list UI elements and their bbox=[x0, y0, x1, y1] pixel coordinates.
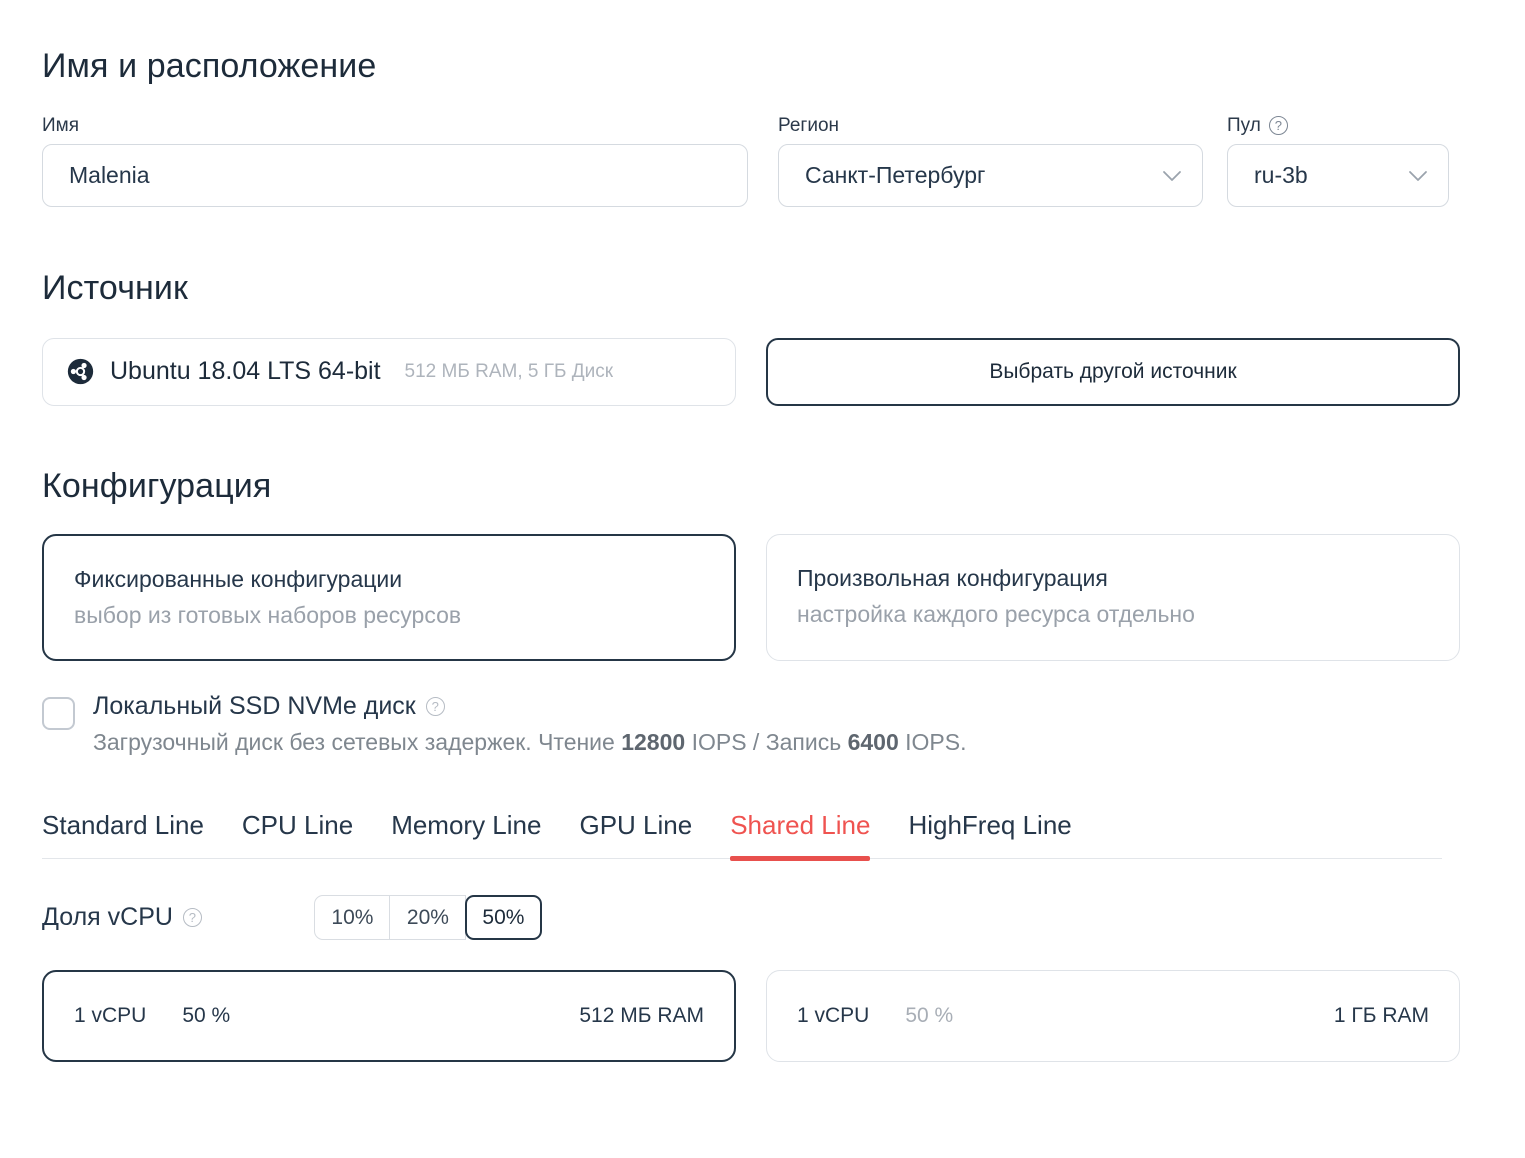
nvme-desc-part1: Загрузочный диск без сетевых задержек. Ч… bbox=[93, 728, 622, 755]
region-select-value: Санкт-Петербург bbox=[805, 162, 986, 189]
flavor-line-tabs: Standard Line CPU Line Memory Line GPU L… bbox=[42, 810, 1442, 861]
config-option-fixed[interactable]: Фиксированные конфигурации выбор из гото… bbox=[42, 534, 736, 662]
tab-highfreq-line[interactable]: HighFreq Line bbox=[908, 810, 1071, 858]
vcpu-share-option-50[interactable]: 50% bbox=[464, 895, 542, 941]
flavor-share: 50 % bbox=[905, 1004, 954, 1028]
flavor-ram: 512 МБ RAM bbox=[579, 1004, 704, 1028]
name-input[interactable]: Malenia bbox=[42, 144, 748, 208]
name-input-value: Malenia bbox=[69, 162, 150, 189]
flavor-cpu: 1 vCPU bbox=[797, 1004, 870, 1028]
flavor-card-512mb[interactable]: 1 vCPU 50 % 512 МБ RAM bbox=[42, 970, 736, 1063]
name-field-group: Имя Malenia bbox=[42, 115, 748, 208]
tab-cpu-line[interactable]: CPU Line bbox=[242, 810, 353, 858]
flavor-ram: 1 ГБ RAM bbox=[1333, 1004, 1429, 1028]
choose-other-source-button[interactable]: Выбрать другой источник bbox=[766, 337, 1460, 406]
source-os-name: Ubuntu 18.04 LTS 64-bit bbox=[110, 357, 381, 386]
flavor-card-1gb[interactable]: 1 vCPU 50 % 1 ГБ RAM bbox=[766, 970, 1460, 1063]
tab-shared-line[interactable]: Shared Line bbox=[730, 810, 871, 861]
source-os-specs: 512 МБ RAM, 5 ГБ Диск bbox=[404, 360, 614, 382]
chevron-down-icon bbox=[1162, 170, 1182, 182]
section-title-source: Источник bbox=[42, 269, 188, 308]
region-select[interactable]: Санкт-Петербург bbox=[778, 144, 1203, 208]
nvme-text-group: Локальный SSD NVMe диск ? Загрузочный ди… bbox=[93, 693, 967, 756]
nvme-label-text: Локальный SSD NVMe диск bbox=[93, 692, 416, 721]
selected-source-box[interactable]: Ubuntu 18.04 LTS 64-bit 512 МБ RAM, 5 ГБ… bbox=[42, 337, 736, 406]
source-row: Ubuntu 18.04 LTS 64-bit 512 МБ RAM, 5 ГБ… bbox=[42, 337, 1483, 406]
vcpu-share-row: Доля vCPU ? 10% 20% 50% bbox=[42, 895, 1483, 941]
question-circle-icon[interactable]: ? bbox=[1268, 116, 1288, 136]
name-location-row: Имя Malenia Регион Санкт-Петербург Пул ? bbox=[42, 115, 1483, 208]
config-option-custom[interactable]: Произвольная конфигурация настройка кажд… bbox=[766, 534, 1460, 662]
vcpu-share-label-text: Доля vCPU bbox=[42, 903, 173, 932]
config-option-fixed-title: Фиксированные конфигурации bbox=[74, 566, 403, 593]
question-circle-icon[interactable]: ? bbox=[425, 697, 445, 717]
pool-field-group: Пул ? ru-3b bbox=[1227, 115, 1449, 208]
section-title-configuration: Конфигурация bbox=[42, 466, 272, 505]
flavor-cpu: 1 vCPU bbox=[74, 1004, 147, 1028]
region-field-group: Регион Санкт-Петербург bbox=[778, 115, 1203, 208]
nvme-desc-part3: IOPS. bbox=[898, 728, 967, 755]
vm-create-form: Имя и расположение Имя Malenia Регион Са… bbox=[0, 47, 1525, 1158]
config-option-custom-subtitle: настройка каждого ресурса отдельно bbox=[797, 600, 1195, 627]
vcpu-share-segmented-control: 10% 20% 50% bbox=[313, 895, 542, 941]
pool-select-value: ru-3b bbox=[1254, 162, 1308, 189]
question-circle-icon[interactable]: ? bbox=[182, 908, 202, 928]
nvme-desc-part2: IOPS / Запись bbox=[685, 728, 848, 755]
nvme-checkbox[interactable] bbox=[42, 697, 75, 731]
chevron-down-icon bbox=[1408, 170, 1428, 182]
pool-select[interactable]: ru-3b bbox=[1227, 144, 1449, 208]
name-label: Имя bbox=[42, 115, 80, 137]
section-title-name-location: Имя и расположение bbox=[42, 47, 377, 85]
nvme-label: Локальный SSD NVMe диск ? bbox=[93, 693, 967, 721]
pool-label-text: Пул bbox=[1227, 115, 1261, 137]
config-option-fixed-subtitle: выбор из готовых наборов ресурсов bbox=[74, 601, 462, 628]
nvme-write-iops: 6400 bbox=[847, 728, 899, 755]
configuration-options-row: Фиксированные конфигурации выбор из гото… bbox=[42, 534, 1483, 662]
change-source-wrapper: Выбрать другой источник bbox=[766, 337, 1460, 406]
tab-memory-line[interactable]: Memory Line bbox=[391, 810, 541, 858]
flavor-share: 50 % bbox=[182, 1004, 231, 1028]
pool-label: Пул ? bbox=[1227, 115, 1449, 137]
ubuntu-logo-icon bbox=[67, 358, 94, 385]
nvme-read-iops: 12800 bbox=[621, 728, 686, 755]
vcpu-share-option-10[interactable]: 10% bbox=[313, 895, 391, 941]
flavor-cards-row: 1 vCPU 50 % 512 МБ RAM 1 vCPU 50 % 1 ГБ … bbox=[42, 970, 1483, 1063]
vcpu-share-label: Доля vCPU ? bbox=[42, 905, 202, 930]
tab-gpu-line[interactable]: GPU Line bbox=[579, 810, 692, 858]
nvme-description: Загрузочный диск без сетевых задержек. Ч… bbox=[93, 729, 967, 757]
config-option-custom-title: Произвольная конфигурация bbox=[797, 565, 1108, 592]
region-label: Регион bbox=[778, 115, 840, 137]
vcpu-share-option-20[interactable]: 20% bbox=[389, 895, 467, 941]
tab-standard-line[interactable]: Standard Line bbox=[42, 810, 204, 858]
nvme-checkbox-row: Локальный SSD NVMe диск ? Загрузочный ди… bbox=[42, 693, 1483, 756]
